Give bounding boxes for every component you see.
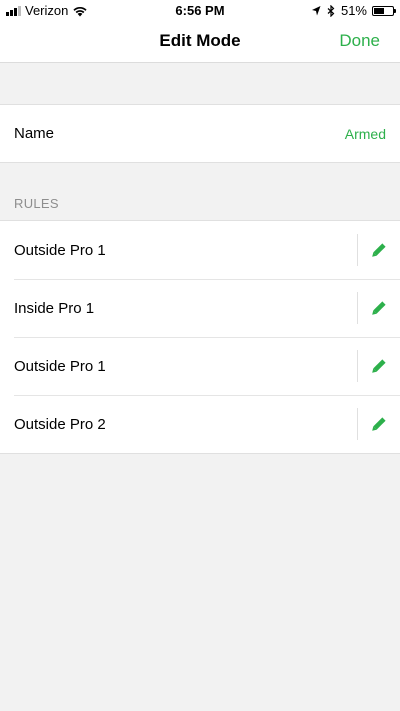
rule-row[interactable]: Outside Pro 1 bbox=[0, 221, 400, 279]
rules-section-header: RULES bbox=[0, 163, 400, 220]
rule-label: Outside Pro 1 bbox=[14, 357, 106, 375]
pencil-icon bbox=[372, 301, 386, 315]
name-value: Armed bbox=[344, 125, 386, 142]
rule-row[interactable]: Outside Pro 1 bbox=[0, 337, 400, 395]
status-right: 51% bbox=[311, 3, 396, 18]
rule-label: Outside Pro 2 bbox=[14, 415, 106, 433]
top-bar: Verizon 6:56 PM 51% Edit Mode Done bbox=[0, 0, 400, 63]
edit-rule-button[interactable] bbox=[357, 350, 400, 382]
edit-rule-button[interactable] bbox=[357, 292, 400, 324]
rules-header-label: RULES bbox=[14, 196, 59, 211]
rule-label: Outside Pro 1 bbox=[14, 241, 106, 259]
mode-name-group: Name Armed bbox=[0, 104, 400, 163]
mode-name-row[interactable]: Name Armed bbox=[0, 105, 400, 162]
pencil-icon bbox=[372, 359, 386, 373]
rule-row[interactable]: Outside Pro 2 bbox=[0, 395, 400, 453]
name-label: Name bbox=[14, 125, 55, 142]
battery-percentage: 51% bbox=[340, 3, 367, 18]
status-bar: Verizon 6:56 PM 51% bbox=[0, 0, 400, 20]
pencil-icon bbox=[372, 417, 386, 431]
pencil-icon bbox=[372, 243, 386, 257]
rule-label: Inside Pro 1 bbox=[14, 299, 95, 317]
bluetooth-icon bbox=[327, 4, 335, 17]
edit-rule-button[interactable] bbox=[357, 408, 400, 440]
battery-icon bbox=[372, 5, 396, 16]
rule-row[interactable]: Inside Pro 1 bbox=[0, 279, 400, 337]
location-arrow-icon bbox=[311, 5, 321, 15]
rules-list: Outside Pro 1 Inside Pro 1 Outside Pro 1… bbox=[0, 220, 400, 454]
done-button[interactable]: Done bbox=[339, 31, 380, 51]
edit-rule-button[interactable] bbox=[357, 234, 400, 266]
navigation-bar: Edit Mode Done bbox=[0, 20, 400, 62]
